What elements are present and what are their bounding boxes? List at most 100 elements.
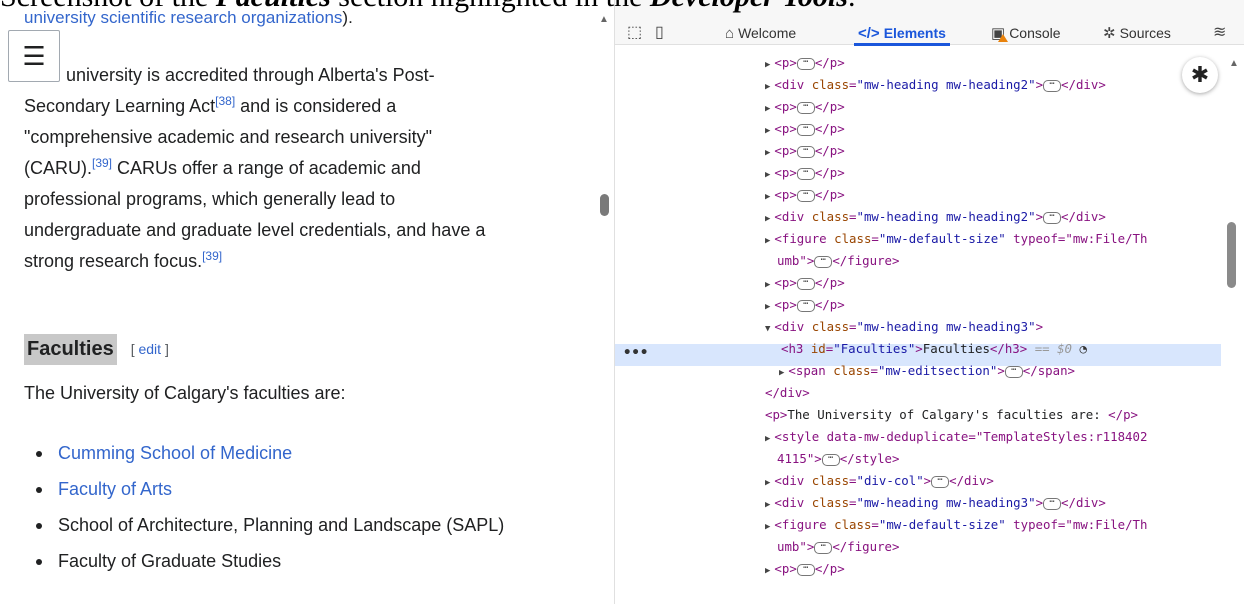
node-actions-ellipsis-icon[interactable]: ••• xyxy=(623,344,648,366)
edit-section: [ edit ] xyxy=(131,341,169,357)
ellipsis-icon[interactable]: ⋯ xyxy=(931,475,950,488)
network-conditions-icon[interactable]: ≋ xyxy=(1213,22,1226,42)
prev-line-tail: ). xyxy=(342,8,353,27)
dom-node-line[interactable]: <p>The University of Calgary's faculties… xyxy=(765,404,1138,426)
tab-welcome[interactable]: ⌂ Welcome xyxy=(725,22,796,44)
prev-line: university scientific research organizat… xyxy=(24,8,353,28)
dom-tree: ••• ▶ <p> ⋯ </p> ▶ <div class="mw-heading mw-… xyxy=(615,46,1225,604)
ref-38[interactable]: [38] xyxy=(215,94,235,108)
tab-console[interactable]: ▣ Console xyxy=(991,22,1061,44)
scroll-up-arrow-icon[interactable]: ▲ xyxy=(599,14,609,25)
para-text: and is considered a xyxy=(235,96,397,116)
expand-triangle-icon[interactable]: ▶ xyxy=(765,126,770,136)
expand-triangle-icon[interactable]: ▶ xyxy=(765,434,770,444)
collapse-triangle-icon[interactable]: ▼ xyxy=(765,324,770,334)
tab-elements[interactable]: </> Elements xyxy=(854,22,950,46)
expand-triangle-icon[interactable]: ▶ xyxy=(765,60,770,70)
scroll-up-arrow-icon[interactable]: ▲ xyxy=(1229,58,1239,69)
dom-node-line[interactable]: ▶ <p> ⋯ </p> xyxy=(765,294,845,316)
dom-node-line[interactable]: ▶ <p> ⋯ </p> xyxy=(765,184,845,206)
bracket: ] xyxy=(161,341,169,357)
faculty-link[interactable]: Cumming School of Medicine xyxy=(58,443,292,463)
ellipsis-icon[interactable]: ⋯ xyxy=(1043,211,1062,224)
dom-node-line[interactable]: ▶ <p> ⋯ </p> xyxy=(765,52,845,74)
expand-triangle-icon[interactable]: ▶ xyxy=(765,566,770,576)
dom-node-line-wrap[interactable]: 4115"> ⋯ </style> xyxy=(777,448,899,470)
dom-node-line-wrap[interactable]: umb"> ⋯ </figure> xyxy=(777,536,899,558)
ellipsis-icon[interactable]: ⋯ xyxy=(796,123,815,136)
dom-node-line[interactable]: ▶ <figure class="mw-default-size" typeof=… xyxy=(765,514,1147,536)
ellipsis-icon[interactable]: ⋯ xyxy=(1043,79,1062,92)
para-text: CARUs offer a range of academic and xyxy=(112,158,421,178)
dom-node-line[interactable]: ▶ <figure class="mw-default-size" typeof=… xyxy=(765,228,1147,250)
expand-triangle-icon[interactable]: ▶ xyxy=(765,500,770,510)
toc-toggle-button[interactable]: ☰ xyxy=(8,30,60,82)
para-line: (CARU).[39] CARUs offer a range of acade… xyxy=(24,153,584,184)
eye-icon[interactable]: ◔ xyxy=(1079,341,1086,356)
dom-node-line[interactable]: ▶ <p> ⋯ </p> xyxy=(765,272,845,294)
devtools-scrollbar[interactable]: ▲ xyxy=(1221,46,1244,604)
scroll-thumb[interactable] xyxy=(600,194,609,216)
ellipsis-icon[interactable]: ⋯ xyxy=(796,189,815,202)
ellipsis-icon[interactable]: ⋯ xyxy=(814,541,833,554)
dom-node-line[interactable]: <h3 id="Faculties">Faculties</h3> == $0 … xyxy=(781,338,1087,360)
dom-node-line[interactable]: ▶ <div class="mw-heading mw-heading2"> ⋯ </… xyxy=(765,206,1106,228)
accessibility-icon[interactable]: ✱ xyxy=(1182,57,1218,93)
tab-sources[interactable]: ✲ Sources xyxy=(1103,22,1171,44)
dom-node-line[interactable]: ▶ <div class="mw-heading mw-heading3"> ⋯ </… xyxy=(765,492,1106,514)
dom-node-line[interactable]: ▶ <p> ⋯ </p> xyxy=(765,558,845,580)
dom-node-line[interactable]: ▶ <span class="mw-editsection"> ⋯ </span> xyxy=(779,360,1075,382)
expand-triangle-icon[interactable]: ▶ xyxy=(765,302,770,312)
ellipsis-icon[interactable]: ⋯ xyxy=(796,145,815,158)
tab-label: Welcome xyxy=(738,25,797,41)
faculty-text: School of Architecture, Planning and Lan… xyxy=(58,515,505,535)
expand-triangle-icon[interactable]: ▶ xyxy=(765,236,770,246)
ellipsis-icon[interactable]: ⋯ xyxy=(796,167,815,180)
ellipsis-icon[interactable]: ⋯ xyxy=(1043,497,1062,510)
dom-node-line[interactable]: ▶ <div class="div-col"> ⋯ </div> xyxy=(765,470,994,492)
dom-node-line[interactable]: ▼ <div class="mw-heading mw-heading3"> xyxy=(765,316,1043,338)
bug-icon: ✲ xyxy=(1103,25,1116,42)
expand-triangle-icon[interactable]: ▶ xyxy=(765,170,770,180)
list-item: Faculty of Arts xyxy=(24,473,584,505)
ellipsis-icon[interactable]: ⋯ xyxy=(796,563,815,576)
edit-link[interactable]: edit xyxy=(138,341,161,357)
expand-triangle-icon[interactable]: ▶ xyxy=(765,82,770,92)
ellipsis-icon[interactable]: ⋯ xyxy=(821,453,840,466)
inspect-element-icon[interactable]: ⬚ xyxy=(627,22,642,42)
expand-triangle-icon[interactable]: ▶ xyxy=(765,148,770,158)
faculty-link[interactable]: Faculty of Arts xyxy=(58,479,172,499)
expand-triangle-icon[interactable]: ▶ xyxy=(765,214,770,224)
expand-triangle-icon[interactable]: ▶ xyxy=(765,478,770,488)
dom-node-line[interactable]: ▶ <p> ⋯ </p> xyxy=(765,118,845,140)
scroll-thumb[interactable] xyxy=(1227,222,1236,288)
dom-node-line[interactable]: </div> xyxy=(765,382,810,404)
expand-triangle-icon[interactable]: ▶ xyxy=(765,104,770,114)
console-icon: ▣ xyxy=(991,24,1008,42)
expand-triangle-icon[interactable]: ▶ xyxy=(765,280,770,290)
dom-node-line[interactable]: ▶ <p> ⋯ </p> xyxy=(765,140,845,162)
tab-label: Sources xyxy=(1119,25,1171,41)
dom-node-line[interactable]: ▶ <style data-mw-deduplicate="TemplateSty… xyxy=(765,426,1147,448)
ref-39[interactable]: [39] xyxy=(202,249,222,263)
dom-node-line[interactable]: ▶ <div class="mw-heading mw-heading2"> ⋯ </… xyxy=(765,74,1106,96)
dom-node-line[interactable]: ▶ <p> ⋯ </p> xyxy=(765,162,845,184)
expand-triangle-icon[interactable]: ▶ xyxy=(765,192,770,202)
ellipsis-icon[interactable]: ⋯ xyxy=(1004,365,1023,378)
device-toolbar-icon[interactable]: ▯ xyxy=(655,22,664,42)
dom-node-line-wrap[interactable]: umb"> ⋯ </figure> xyxy=(777,250,899,272)
expand-triangle-icon[interactable]: ▶ xyxy=(779,368,784,378)
ellipsis-icon[interactable]: ⋯ xyxy=(796,57,815,70)
org-link[interactable]: university scientific research organizat… xyxy=(24,8,342,27)
ellipsis-icon[interactable]: ⋯ xyxy=(796,277,815,290)
ref-39[interactable]: [39] xyxy=(92,156,112,170)
ellipsis-icon[interactable]: ⋯ xyxy=(796,101,815,114)
ellipsis-icon[interactable]: ⋯ xyxy=(814,255,833,268)
faculties-heading: Faculties [ edit ] xyxy=(24,330,169,368)
para-text: strong research focus. xyxy=(24,251,203,271)
article-scrollbar[interactable]: ▲ xyxy=(594,0,614,604)
tab-label: Console xyxy=(1009,25,1061,41)
dom-node-line[interactable]: ▶ <p> ⋯ </p> xyxy=(765,96,845,118)
ellipsis-icon[interactable]: ⋯ xyxy=(796,299,815,312)
expand-triangle-icon[interactable]: ▶ xyxy=(765,522,770,532)
